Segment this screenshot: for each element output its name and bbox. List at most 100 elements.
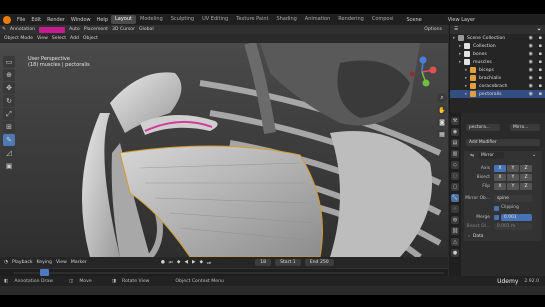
bisect-x-toggle[interactable]: X xyxy=(494,174,506,181)
view-menu[interactable]: View xyxy=(37,36,48,41)
menu-window[interactable]: Window xyxy=(68,17,94,23)
record-icon[interactable]: ● xyxy=(161,260,165,265)
jump-end-icon[interactable]: ⏭ xyxy=(207,260,211,266)
end-frame-field[interactable]: End 250 xyxy=(304,259,334,266)
bisect-z-toggle[interactable]: Z xyxy=(520,174,532,181)
visibility-eye-icon[interactable]: ◉ xyxy=(529,51,533,57)
workspace-tab-rendering[interactable]: Rendering xyxy=(334,15,368,24)
play-icon[interactable]: ▶ xyxy=(192,260,196,265)
select-menu[interactable]: Select xyxy=(52,36,66,41)
rotate-icon[interactable]: ↻ xyxy=(3,95,15,107)
playback-menu[interactable]: Playback xyxy=(12,260,33,265)
view-layer-selector[interactable]: View Layer xyxy=(445,17,478,23)
modifier-options-icon[interactable]: ⌄ xyxy=(532,152,536,158)
tool-tab-icon[interactable]: ⚒ xyxy=(451,117,459,125)
mirror-object-field[interactable]: spine xyxy=(494,195,532,202)
render-camera-icon[interactable]: ▪ xyxy=(539,91,542,97)
merge-checkbox[interactable] xyxy=(494,215,499,220)
flip-y-toggle[interactable]: Y xyxy=(507,183,519,190)
placement-dropdown[interactable]: Placement xyxy=(84,27,108,32)
add-menu[interactable]: Add xyxy=(70,36,79,41)
axis-x-toggle[interactable]: X xyxy=(494,165,506,172)
render-tab-icon[interactable]: ◉ xyxy=(451,128,459,136)
modifier-name-field[interactable]: Mirro... xyxy=(510,124,540,131)
menu-edit[interactable]: Edit xyxy=(28,17,44,23)
modifier-title[interactable]: Mirror xyxy=(478,152,504,159)
measure-icon[interactable]: ◿ xyxy=(3,147,15,159)
outliner-item[interactable]: ▸ biceps ◉ ▪ xyxy=(450,66,545,74)
outliner-item[interactable]: ▸ coracobrach ◉ ▪ xyxy=(450,82,545,90)
scene-tab-icon[interactable]: ◇ xyxy=(451,161,459,169)
menu-file[interactable]: File xyxy=(14,17,28,23)
physics-tab-icon[interactable]: ◍ xyxy=(451,216,459,224)
particles-tab-icon[interactable]: ⁘ xyxy=(451,205,459,213)
next-key-icon[interactable]: ◆ xyxy=(200,260,204,265)
timeline-view-menu[interactable]: View xyxy=(56,260,67,265)
render-camera-icon[interactable]: ▪ xyxy=(539,43,542,49)
world-tab-icon[interactable]: ◌ xyxy=(451,172,459,180)
constraints-tab-icon[interactable]: ⛓ xyxy=(451,227,459,235)
3d-viewport[interactable] xyxy=(0,43,448,257)
prev-key-icon[interactable]: ◆ xyxy=(177,260,181,265)
menu-help[interactable]: Help xyxy=(94,17,111,23)
play-reverse-icon[interactable]: ◀ xyxy=(184,260,188,265)
visibility-eye-icon[interactable]: ◉ xyxy=(529,91,533,97)
object-name-field[interactable]: pectora... xyxy=(466,124,500,131)
zoom-icon[interactable]: ⌕ xyxy=(437,93,447,103)
options-dropdown[interactable]: Options xyxy=(424,27,442,32)
current-frame-field[interactable]: 18 xyxy=(255,259,272,266)
outliner-item[interactable]: ▸ bones ◉ ▪ xyxy=(450,50,545,58)
cursor-dropdown[interactable]: 3D Cursor xyxy=(112,27,135,32)
move-icon[interactable]: ✥ xyxy=(3,82,15,94)
camera-icon[interactable]: ◙ xyxy=(437,117,447,127)
workspace-tab-sculpting[interactable]: Sculpting xyxy=(167,15,198,24)
data-panel-label[interactable]: Data xyxy=(473,234,483,239)
visibility-eye-icon[interactable]: ◉ xyxy=(529,75,533,81)
axis-y-toggle[interactable]: Y xyxy=(507,165,519,172)
render-camera-icon[interactable]: ▪ xyxy=(539,83,542,89)
outliner-item[interactable]: ▸ muscles ◉ ▪ xyxy=(450,58,545,66)
add-modifier-button[interactable]: Add Modifier xyxy=(466,139,540,146)
modifier-tab-icon[interactable]: 🔧 xyxy=(451,194,459,202)
cursor-icon[interactable]: ⊕ xyxy=(3,69,15,81)
select-box-icon[interactable]: ▭ xyxy=(3,56,15,68)
marker-menu[interactable]: Marker xyxy=(71,260,87,265)
transform-icon[interactable]: ⊞ xyxy=(3,121,15,133)
playhead[interactable] xyxy=(40,269,49,276)
workspace-tab-texture-paint[interactable]: Texture Paint xyxy=(232,15,272,24)
annotate-icon[interactable]: ✎ xyxy=(3,134,15,146)
annotation-tool-icon[interactable]: ✎ xyxy=(2,27,6,32)
material-tab-icon[interactable]: ● xyxy=(451,249,459,257)
flip-z-toggle[interactable]: Z xyxy=(520,183,532,190)
workspace-tab-compositing[interactable]: Composi xyxy=(368,15,398,24)
scene-selector[interactable]: Scene xyxy=(403,17,424,23)
orientation-dropdown[interactable]: Global xyxy=(139,27,154,32)
flip-x-toggle[interactable]: X xyxy=(494,183,506,190)
axis-gizmo-icon[interactable] xyxy=(406,56,438,88)
render-camera-icon[interactable]: ▪ xyxy=(539,75,542,81)
workspace-tab-modeling[interactable]: Modeling xyxy=(136,15,167,24)
menu-render[interactable]: Render xyxy=(44,17,68,23)
filter-icon[interactable]: ⏷ xyxy=(537,27,541,33)
object-tab-icon[interactable]: ▢ xyxy=(451,183,459,191)
keying-menu[interactable]: Keying xyxy=(37,260,52,265)
object-menu[interactable]: Object xyxy=(83,36,98,41)
bisect-y-toggle[interactable]: Y xyxy=(507,174,519,181)
stroke-dropdown[interactable]: Auto xyxy=(69,27,80,32)
visibility-eye-icon[interactable]: ◉ xyxy=(529,83,533,89)
start-frame-field[interactable]: Start 1 xyxy=(275,259,301,266)
outliner-item[interactable]: ▸ pectoralis ◉ ▪ xyxy=(450,90,545,98)
pan-hand-icon[interactable]: ✋ xyxy=(437,105,447,115)
visibility-eye-icon[interactable]: ◉ xyxy=(529,35,533,41)
add-cube-icon[interactable]: ▣ xyxy=(3,160,15,172)
render-camera-icon[interactable]: ▪ xyxy=(539,35,542,41)
workspace-tab-layout[interactable]: Layout xyxy=(111,15,136,24)
output-tab-icon[interactable]: ▤ xyxy=(451,139,459,147)
scale-icon[interactable]: ⤢ xyxy=(3,108,15,120)
axis-z-toggle[interactable]: Z xyxy=(520,165,532,172)
workspace-tab-shading[interactable]: Shading xyxy=(272,15,300,24)
render-camera-icon[interactable]: ▪ xyxy=(539,59,542,65)
bisect-distance-field[interactable]: 0.001 m xyxy=(494,223,532,230)
view-layer-tab-icon[interactable]: ▥ xyxy=(451,150,459,158)
data-panel-chevron-icon[interactable]: › xyxy=(468,234,470,239)
